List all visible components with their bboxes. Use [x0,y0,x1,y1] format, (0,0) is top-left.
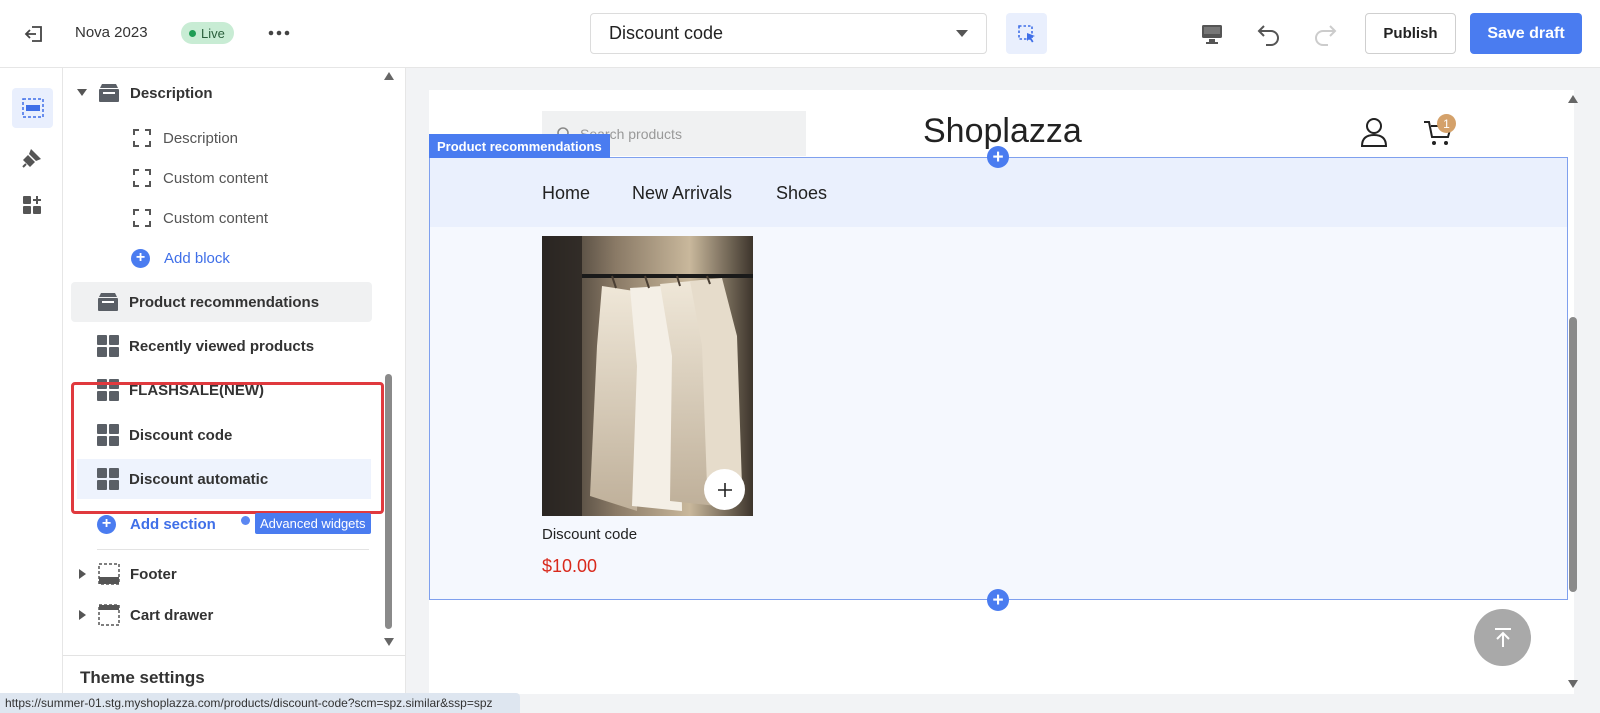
exit-editor-icon[interactable] [20,20,48,48]
caret-right-icon[interactable] [79,569,87,579]
add-circle-icon: + [97,514,116,534]
preview-scrollbar[interactable] [1566,92,1580,692]
quick-add-button[interactable] [704,469,745,510]
theme-name: Nova 2023 [75,24,148,41]
add-block-label: Add block [164,249,230,267]
block-label: Description [163,129,239,147]
add-section-label: Add section [130,515,216,533]
add-circle-icon: + [131,248,150,268]
cart-drawer-layout-icon [98,604,120,626]
desktop-view-icon[interactable] [1196,18,1228,50]
add-apps-icon[interactable] [18,191,46,219]
status-bar-url: https://summer-01.stg.myshoplazza.com/pr… [0,693,520,713]
scrollbar-thumb[interactable] [385,374,392,629]
caret-down-icon[interactable] [77,89,87,97]
section-product-recommendations[interactable]: Product recommendations [63,289,393,315]
nav-item-home[interactable]: Home [542,183,590,204]
cart-count-badge: 1 [1437,114,1456,133]
chevron-down-icon [956,30,968,37]
section-label: Recently viewed products [129,337,315,355]
section-recently-viewed-products[interactable]: Recently viewed products [63,333,393,359]
sections-icon[interactable] [12,88,53,128]
arrow-up-icon [1494,627,1511,647]
product-price: $10.00 [542,556,598,576]
save-draft-button[interactable]: Save draft [1470,13,1582,54]
editor-topbar: Nova 2023 Live Discount code Publish Sav… [0,0,1600,68]
scroll-down-arrow-icon[interactable] [384,638,394,646]
panel-scrollbar[interactable] [383,72,395,646]
selected-section-tag: Product recommendations [429,134,610,158]
block-label: Custom content [163,209,269,227]
section-label: Cart drawer [130,606,214,624]
divider [63,655,405,656]
theme-settings-heading[interactable]: Theme settings [80,668,205,688]
sections-panel: Description Description Custom content C… [63,68,406,713]
section-label: Footer [130,565,177,583]
section-footer[interactable]: Footer [63,561,393,587]
block-frame-icon [133,129,151,147]
scroll-up-arrow-icon[interactable] [1568,95,1578,103]
editor-icon-rail [0,68,63,713]
nav-item-new-arrivals[interactable]: New Arrivals [632,183,732,204]
undo-icon[interactable] [1253,18,1285,50]
block-custom-content[interactable]: Custom content [63,165,393,191]
add-block-button[interactable]: + Add block [63,245,393,271]
highlight-annotation-box [71,382,384,514]
section-box-icon [98,293,118,311]
product-title[interactable]: Discount code [542,526,637,543]
block-label: Custom content [163,169,269,187]
scrollbar-thumb[interactable] [1569,317,1577,592]
live-label: Live [201,25,225,41]
section-label: Product recommendations [129,293,320,311]
live-status-badge: Live [181,22,234,44]
section-box-icon [99,84,119,102]
section-label: Description [130,84,213,102]
insert-section-below-icon[interactable]: + [987,589,1009,611]
redo-icon[interactable] [1309,18,1341,50]
store-logo[interactable]: Shoplazza [923,112,1082,151]
divider [97,549,369,550]
publish-button[interactable]: Publish [1365,13,1456,54]
section-description[interactable]: Description [63,80,393,106]
caret-right-icon[interactable] [79,610,87,620]
grid-icon [97,335,119,357]
advanced-widgets-tooltip[interactable]: Advanced widgets [255,513,371,534]
advanced-widgets-dot [241,516,250,525]
block-description[interactable]: Description [63,125,393,151]
scroll-down-arrow-icon[interactable] [1568,680,1578,688]
back-to-top-button[interactable] [1474,609,1531,666]
insert-section-above-icon[interactable]: + [987,146,1009,168]
section-cart-drawer[interactable]: Cart drawer [63,602,393,628]
page-select-value: Discount code [609,23,724,43]
nav-item-shoes[interactable]: Shoes [776,183,827,204]
footer-layout-icon [98,563,120,585]
plus-icon [717,482,732,497]
select-element-icon[interactable] [1006,13,1047,54]
block-custom-content[interactable]: Custom content [63,205,393,231]
page-template-select[interactable]: Discount code [590,13,987,54]
block-frame-icon [133,209,151,227]
block-frame-icon [133,169,151,187]
account-icon[interactable] [1359,116,1389,148]
theme-style-brush-icon[interactable] [18,144,46,172]
more-options-icon[interactable] [265,22,293,44]
scroll-up-arrow-icon[interactable] [384,72,394,80]
